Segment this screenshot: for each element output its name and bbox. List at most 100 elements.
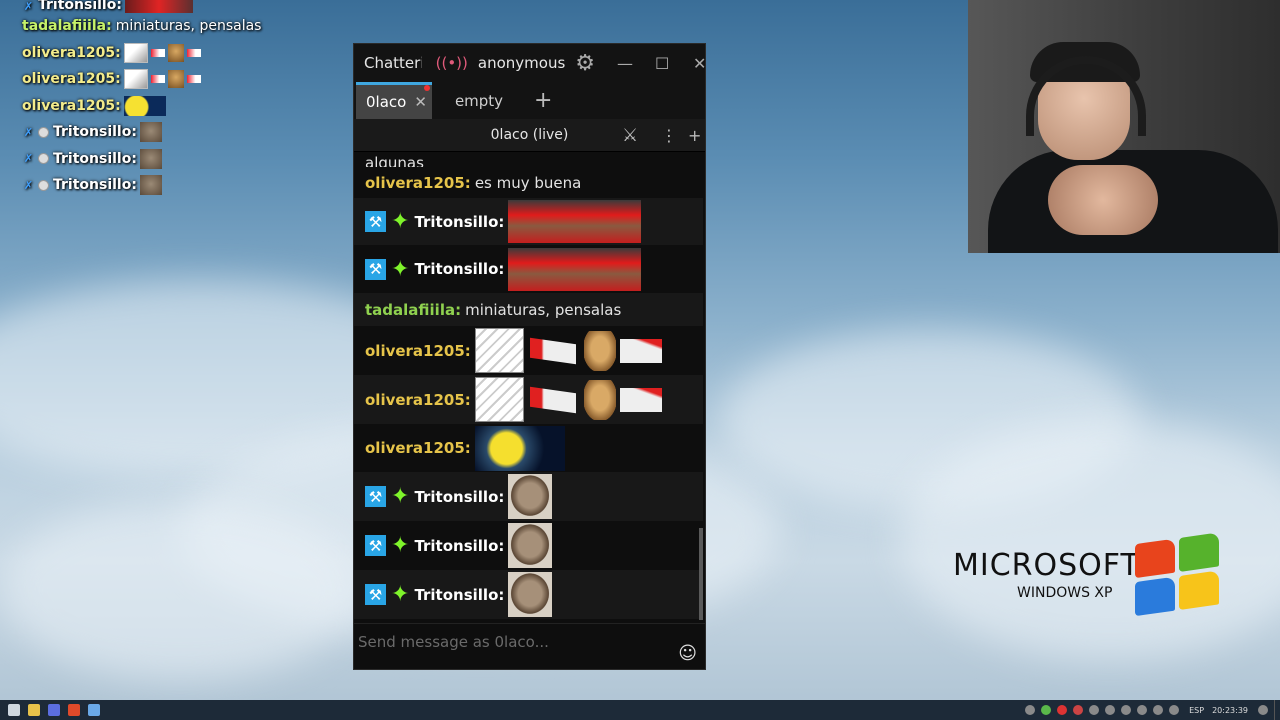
chat-message[interactable]: ⚒ ✦ Tritonsillo: xyxy=(354,198,703,245)
seal-emote xyxy=(139,175,162,196)
minion-emote xyxy=(123,95,166,116)
overlay-username: Tritonsillo xyxy=(38,0,117,13)
meme-emote xyxy=(474,377,524,422)
six-emote xyxy=(150,48,165,57)
tray-icon[interactable] xyxy=(1137,705,1148,715)
chat-message[interactable]: ⚒ ✦ Tritonsillo: xyxy=(354,570,703,619)
volume-icon[interactable] xyxy=(1169,705,1180,715)
six-emote xyxy=(529,337,576,364)
overlay-line: olivera1205: xyxy=(22,66,352,93)
nvidia-icon[interactable] xyxy=(1041,705,1052,715)
moderator-badge-icon: ⚒ xyxy=(365,258,386,280)
message-username[interactable]: Tritonsillo: xyxy=(414,586,504,604)
tray-icon[interactable] xyxy=(1105,705,1116,715)
sparkle-badge-icon: ✦ xyxy=(391,582,410,607)
six-emote xyxy=(150,75,165,84)
channel-header[interactable]: 0laco (live) ⚔ ⋮ + xyxy=(354,119,705,152)
message-username[interactable]: Tritonsillo: xyxy=(414,537,504,555)
webcam-overlay xyxy=(968,0,1280,253)
message-list[interactable]: algunas olivera1205: es muy buena ⚒ ✦ Tr… xyxy=(354,153,703,623)
car-emote xyxy=(124,0,193,13)
meme-emote xyxy=(474,328,524,373)
brave-icon[interactable] xyxy=(68,704,80,716)
chat-message[interactable]: olivera1205: xyxy=(354,424,703,472)
car-emote xyxy=(508,247,642,291)
seven-emote xyxy=(619,338,662,363)
chat-message[interactable]: olivera1205: xyxy=(354,326,703,375)
chatterino-icon[interactable] xyxy=(88,704,100,716)
car-emote xyxy=(508,200,642,243)
seal-emote xyxy=(508,572,553,617)
message-input-area: ☺ xyxy=(354,623,705,669)
settings-gear-icon[interactable]: ⚙ xyxy=(575,51,595,76)
message-username[interactable]: olivera1205: xyxy=(365,439,471,457)
message-username[interactable]: olivera1205: xyxy=(365,342,471,360)
chat-message[interactable]: ⚒ ✦ Tritonsillo: xyxy=(354,521,703,570)
maximize-icon[interactable]: ☐ xyxy=(655,54,669,73)
moderation-sword-icon[interactable]: ⚔ xyxy=(622,125,638,146)
tray-icon[interactable] xyxy=(1121,705,1132,715)
taskbar: ESP 20:23:39 xyxy=(0,700,1280,720)
more-options-icon[interactable]: ⋮ xyxy=(661,126,677,145)
file-explorer-icon[interactable] xyxy=(28,704,40,716)
sparkle-badge-icon: ✦ xyxy=(391,256,410,282)
chat-message[interactable]: ⚒ ✦ Tritonsillo: xyxy=(354,245,703,293)
overlay-username: Tritonsillo xyxy=(53,124,132,141)
live-status-icon[interactable]: ((•)) xyxy=(436,54,468,72)
title-bar[interactable]: Chatterino ((•)) anonymous ⚙ — ☐ ✕ xyxy=(354,44,706,82)
overlay-username: olivera1205 xyxy=(22,71,116,88)
emoji-picker-icon[interactable]: ☺ xyxy=(678,643,697,664)
chat-message[interactable]: ⚒ ✦ Tritonsillo: xyxy=(354,472,703,521)
overlay-line: olivera1205: xyxy=(22,40,352,67)
close-icon[interactable]: ✕ xyxy=(693,54,706,73)
overlay-line: tadalafiiila: miniaturas, pensalas xyxy=(22,18,262,35)
clock[interactable]: 20:23:39 xyxy=(1212,706,1248,715)
language-indicator[interactable]: ESP xyxy=(1189,706,1204,715)
notifications-icon[interactable] xyxy=(1258,705,1268,715)
account-switcher[interactable]: anonymous xyxy=(478,54,565,72)
tab-0laco[interactable]: 0laco ✕ xyxy=(356,82,432,119)
message-text: es muy buena xyxy=(474,173,582,192)
moderator-badge-icon: ⚒ xyxy=(365,211,386,232)
overlay-username: olivera1205 xyxy=(22,97,116,114)
discord-icon[interactable] xyxy=(48,704,60,716)
windows-flag-icon xyxy=(1135,532,1223,622)
show-desktop-button[interactable] xyxy=(1274,700,1280,720)
chat-message[interactable]: tadalafiiila: miniaturas, pensalas xyxy=(354,293,703,326)
minimize-icon[interactable]: — xyxy=(617,54,633,73)
add-split-icon[interactable]: + xyxy=(688,126,701,145)
close-tab-icon[interactable]: ✕ xyxy=(414,93,427,111)
message-username[interactable]: Tritonsillo: xyxy=(414,213,504,231)
sparkle-badge-icon: ✦ xyxy=(391,533,410,558)
add-tab-button[interactable]: + xyxy=(524,82,562,119)
seal-emote xyxy=(139,122,162,143)
tray-icon[interactable] xyxy=(1089,705,1100,715)
network-icon[interactable] xyxy=(1153,705,1164,715)
chat-message[interactable]: olivera1205: xyxy=(354,375,703,424)
windows-xp-logo: MICROSOFT WINDOWS XP xyxy=(953,548,1140,601)
xp-sub-text: WINDOWS XP xyxy=(1017,585,1113,601)
message-username[interactable]: olivera1205: xyxy=(365,391,471,409)
overlay-line: ✗ Tritonsillo: xyxy=(22,172,352,199)
message-input[interactable] xyxy=(358,630,658,654)
start-icon[interactable] xyxy=(8,704,20,716)
chatterino-window: Chatterino ((•)) anonymous ⚙ — ☐ ✕ 0laco… xyxy=(353,43,706,670)
chat-message[interactable]: olivera1205: es muy buena xyxy=(354,167,703,198)
scrollbar[interactable] xyxy=(699,528,703,620)
tray-icon[interactable] xyxy=(1057,705,1068,715)
message-username[interactable]: olivera1205: xyxy=(365,174,471,192)
app-title: Chatterino xyxy=(364,54,422,72)
overlay-line: olivera1205: xyxy=(22,93,352,120)
tab-empty[interactable]: empty xyxy=(438,82,520,119)
message-username[interactable]: Tritonsillo: xyxy=(414,260,504,278)
sword-icon: ✗ xyxy=(23,0,34,13)
chat-message[interactable]: algunas xyxy=(354,153,703,167)
message-username[interactable]: Tritonsillo: xyxy=(414,488,504,506)
tray-icon[interactable] xyxy=(1025,705,1036,715)
message-username[interactable]: tadalafiiila: xyxy=(365,301,461,319)
seal-emote xyxy=(139,148,162,169)
dog-emote xyxy=(167,43,184,62)
tray-icon[interactable] xyxy=(1073,705,1084,715)
overlay-username: tadalafiiila xyxy=(22,18,107,35)
sword-icon: ✗ xyxy=(23,152,34,166)
